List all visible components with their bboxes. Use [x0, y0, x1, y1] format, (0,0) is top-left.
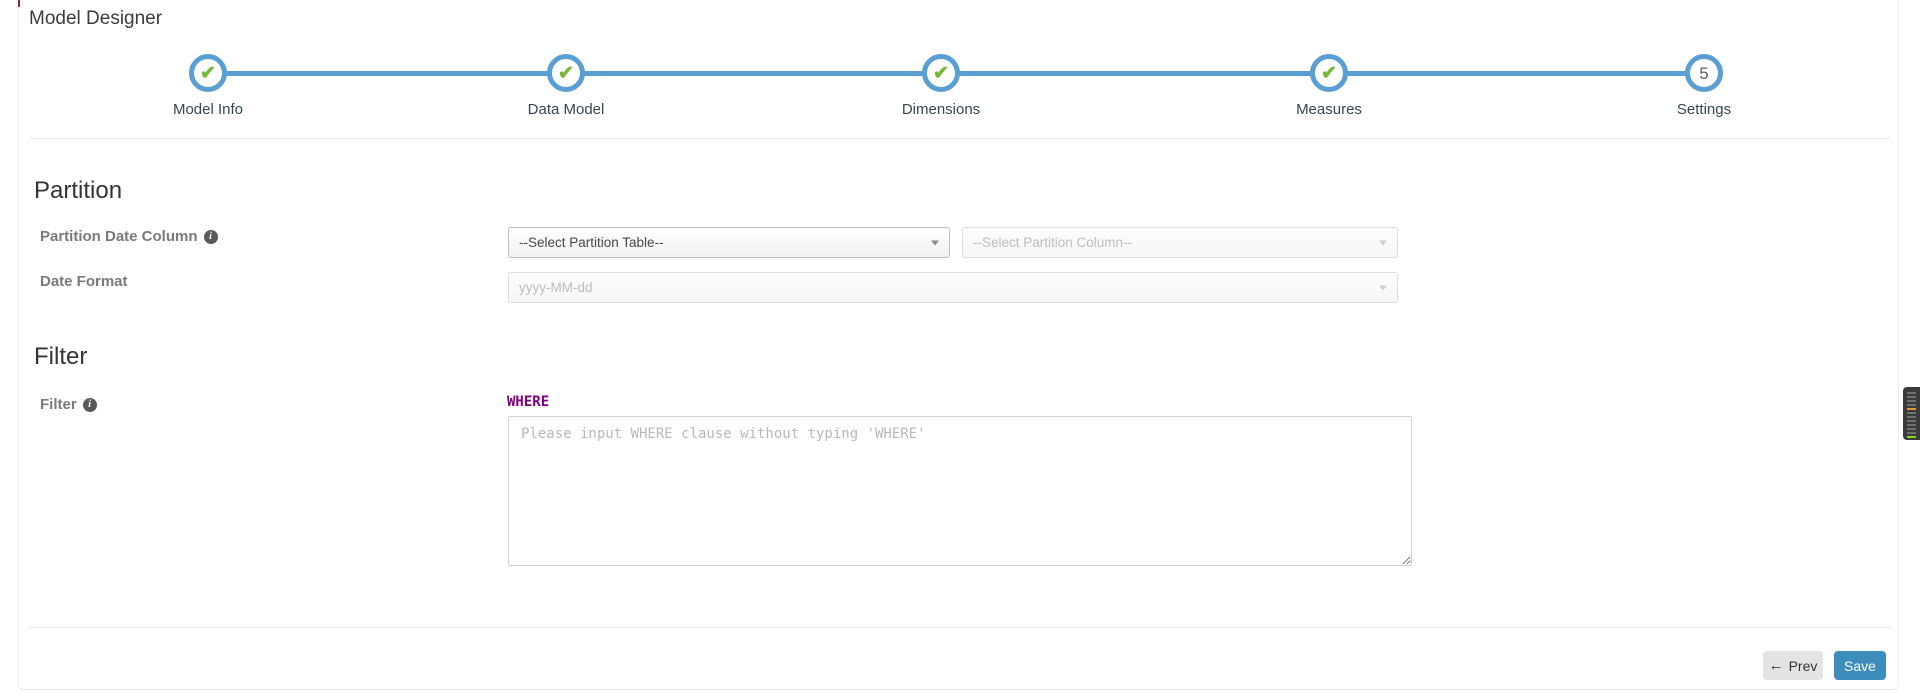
- filter-heading: Filter: [34, 343, 88, 370]
- date-format-label-text: Date Format: [40, 273, 128, 290]
- date-format-label: Date Format: [40, 273, 128, 290]
- chevron-down-icon: [1379, 285, 1387, 290]
- minimap-line: [1907, 420, 1916, 422]
- chevron-down-icon: [931, 240, 939, 245]
- step-circle-icon[interactable]: ✔: [189, 54, 227, 92]
- step-circle-icon[interactable]: ✔: [547, 54, 585, 92]
- page-title: Model Designer: [29, 8, 163, 29]
- minimap-line: [1907, 436, 1916, 438]
- filter-label: Filter i: [40, 396, 97, 413]
- minimap-line: [1907, 416, 1916, 418]
- filter-label-text: Filter: [40, 396, 77, 413]
- minimap-line: [1907, 432, 1916, 434]
- stepper-step-measures[interactable]: ✔ Measures: [1249, 54, 1409, 118]
- check-icon: ✔: [1321, 62, 1337, 84]
- panel-top-tick: [18, 0, 20, 7]
- minimap-line: [1907, 396, 1916, 398]
- step-circle-icon[interactable]: ✔: [922, 54, 960, 92]
- minimap-line: [1907, 404, 1916, 406]
- step-label: Model Info: [172, 101, 244, 118]
- check-icon: ✔: [933, 62, 949, 84]
- scroll-minimap-widget[interactable]: [1903, 387, 1920, 440]
- partition-date-column-label-text: Partition Date Column: [40, 228, 198, 245]
- minimap-line: [1907, 412, 1916, 414]
- step-circle-icon[interactable]: ✔: [1310, 54, 1348, 92]
- date-format-select: yyyy-MM-dd: [508, 272, 1398, 303]
- partition-table-select[interactable]: --Select Partition Table--: [508, 227, 950, 258]
- prev-button-label: Prev: [1788, 657, 1818, 674]
- save-button-label: Save: [1844, 657, 1876, 674]
- minimap-line: [1907, 400, 1916, 402]
- step-circle-icon[interactable]: 5: [1685, 54, 1723, 92]
- minimap-line: [1907, 392, 1916, 394]
- minimap-line: [1907, 428, 1916, 430]
- partition-column-select-value: --Select Partition Column--: [973, 235, 1133, 250]
- save-button[interactable]: Save: [1834, 651, 1886, 680]
- stepper-step-dimensions[interactable]: ✔ Dimensions: [861, 54, 1021, 118]
- where-clause-input[interactable]: [508, 416, 1412, 566]
- minimap-line: [1907, 408, 1916, 410]
- partition-date-column-label: Partition Date Column i: [40, 228, 218, 245]
- left-arrow-icon: ←: [1768, 657, 1784, 674]
- partition-table-select-value: --Select Partition Table--: [519, 235, 664, 250]
- footer-divider: [30, 627, 1890, 628]
- prev-button[interactable]: ← Prev: [1763, 651, 1823, 680]
- partition-heading: Partition: [34, 177, 123, 204]
- partition-column-select: --Select Partition Column--: [962, 227, 1398, 258]
- date-format-select-value: yyyy-MM-dd: [519, 280, 593, 295]
- info-icon[interactable]: i: [82, 397, 97, 412]
- step-number: 5: [1699, 63, 1709, 83]
- chevron-down-icon: [1379, 240, 1387, 245]
- stepper-divider: [30, 138, 1890, 139]
- stepper-step-settings[interactable]: 5 Settings: [1624, 54, 1784, 118]
- step-label: Data Model: [527, 101, 605, 118]
- stepper-step-data-model[interactable]: ✔ Data Model: [486, 54, 646, 118]
- stepper-step-model-info[interactable]: ✔ Model Info: [128, 54, 288, 118]
- step-label: Dimensions: [901, 101, 981, 118]
- where-keyword-label: WHERE: [507, 394, 550, 410]
- check-icon: ✔: [200, 62, 216, 84]
- step-label: Settings: [1676, 101, 1732, 118]
- minimap-line: [1907, 424, 1916, 426]
- step-label: Measures: [1296, 101, 1362, 118]
- check-icon: ✔: [558, 62, 574, 84]
- info-icon[interactable]: i: [203, 229, 218, 244]
